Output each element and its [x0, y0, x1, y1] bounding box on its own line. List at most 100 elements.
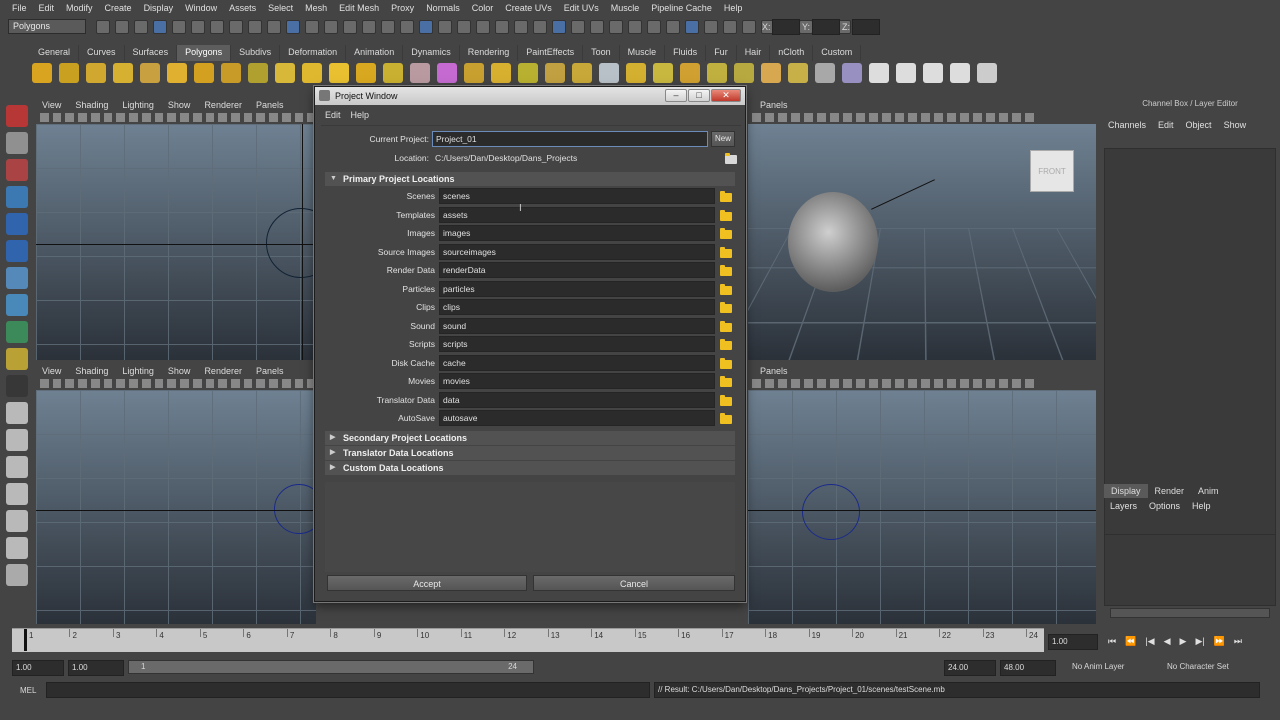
channel-menu-show[interactable]: Show [1224, 120, 1247, 130]
menu-edit-uvs[interactable]: Edit UVs [558, 3, 605, 13]
current-time-marker[interactable] [24, 629, 27, 651]
shelf-tool-icon[interactable] [113, 63, 133, 83]
status-tool-icon[interactable] [305, 20, 319, 34]
menu-set-selector[interactable]: Polygons [8, 19, 86, 34]
status-tool-icon[interactable] [476, 20, 490, 34]
status-tool-icon[interactable] [324, 20, 338, 34]
viewport-perspective[interactable]: Panels FRONT [748, 98, 1096, 360]
panel-tool-icon[interactable] [256, 379, 266, 388]
panel-tool-icon[interactable] [752, 379, 761, 388]
shelf-tool-icon[interactable] [815, 63, 835, 83]
current-project-input[interactable]: Project_01 [432, 131, 708, 147]
folder-icon[interactable] [720, 209, 732, 221]
status-tool-icon[interactable] [343, 20, 357, 34]
panel-tool-icon[interactable] [78, 113, 87, 122]
panel-tool-icon[interactable] [116, 113, 126, 122]
status-tool-icon[interactable] [723, 20, 737, 34]
panel-tool-icon[interactable] [154, 379, 164, 388]
menu-select[interactable]: Select [262, 3, 299, 13]
shelf-tool-icon[interactable] [572, 63, 592, 83]
panel-tool-icon[interactable] [830, 379, 839, 388]
panel-tool-icon[interactable] [856, 113, 865, 122]
panel-tool-icon[interactable] [141, 379, 151, 388]
new-project-button[interactable]: New [711, 131, 735, 147]
status-tool-icon[interactable] [400, 20, 414, 34]
tool-icon[interactable] [6, 105, 28, 127]
panel-tool-icon[interactable] [294, 379, 304, 388]
panel-menu-view[interactable]: View [42, 98, 61, 112]
panel-tool-icon[interactable] [218, 113, 228, 122]
primary-locations-section[interactable]: Primary Project Locations [325, 172, 735, 186]
shelf-tab-dynamics[interactable]: Dynamics [403, 45, 460, 61]
status-tool-icon[interactable] [191, 20, 205, 34]
status-tool-icon[interactable] [571, 20, 585, 34]
panel-tool-icon[interactable] [960, 113, 969, 122]
tool-icon[interactable] [6, 375, 28, 397]
folder-icon[interactable] [720, 320, 732, 332]
viewport-bottom-right[interactable]: Panels [748, 364, 1096, 624]
shelf-tab-polygons[interactable]: Polygons [177, 45, 232, 61]
accept-button[interactable]: Accept [327, 575, 527, 591]
playback-button-icon[interactable]: ⏪ [1125, 636, 1136, 647]
status-tool-icon[interactable] [419, 20, 433, 34]
dialog-menu-help[interactable]: Help [351, 107, 370, 123]
panel-tool-icon[interactable] [856, 379, 865, 388]
shelf-tool-icon[interactable] [977, 63, 997, 83]
panel-tool-icon[interactable] [52, 113, 62, 122]
folder-icon[interactable] [720, 191, 732, 202]
panel-tool-icon[interactable] [180, 113, 189, 122]
shelf-tab-general[interactable]: General [30, 45, 80, 61]
panel-menu-lighting[interactable]: Lighting [122, 364, 154, 378]
status-tool-icon[interactable] [666, 20, 680, 34]
panel-menu-renderer[interactable]: Renderer [204, 364, 242, 378]
panel-tool-icon[interactable] [973, 379, 982, 388]
tool-icon[interactable] [6, 267, 28, 289]
panel-tool-icon[interactable] [205, 113, 215, 122]
panel-menu-renderer[interactable]: Renderer [204, 98, 242, 112]
playback-start-field[interactable]: 1.00 [68, 660, 124, 676]
shelf-tool-icon[interactable] [167, 63, 187, 83]
playback-button-icon[interactable]: ⏭ [1234, 636, 1242, 647]
panel-tool-icon[interactable] [804, 113, 813, 122]
status-tool-icon[interactable] [248, 20, 262, 34]
tool-icon[interactable] [6, 564, 28, 586]
status-tool-icon[interactable] [628, 20, 642, 34]
sphere-wireframe[interactable] [274, 484, 316, 534]
shelf-tab-painteffects[interactable]: PaintEffects [518, 45, 584, 61]
status-tool-icon[interactable] [514, 20, 528, 34]
channel-menu-object[interactable]: Object [1186, 120, 1212, 130]
status-tool-icon[interactable] [96, 20, 110, 34]
status-tool-icon[interactable] [704, 20, 718, 34]
menu-help[interactable]: Help [718, 3, 749, 13]
panel-tool-icon[interactable] [934, 379, 943, 388]
tool-icon[interactable] [6, 186, 28, 208]
status-tool-icon[interactable] [647, 20, 661, 34]
playback-button-icon[interactable]: |◀ [1145, 636, 1154, 647]
shelf-tool-icon[interactable] [329, 63, 349, 83]
shelf-tool-icon[interactable] [842, 63, 862, 83]
status-tool-icon[interactable] [742, 20, 756, 34]
shelf-tool-icon[interactable] [761, 63, 781, 83]
panel-tool-icon[interactable] [269, 113, 278, 122]
status-tool-icon[interactable] [153, 20, 167, 34]
panel-tool-icon[interactable] [192, 379, 202, 388]
tool-icon[interactable] [6, 132, 28, 154]
panel-tool-icon[interactable] [65, 379, 75, 388]
shelf-tool-icon[interactable] [140, 63, 160, 83]
shelf-tool-icon[interactable] [491, 63, 511, 83]
menu-edit-mesh[interactable]: Edit Mesh [333, 3, 385, 13]
panel-tool-icon[interactable] [141, 113, 151, 122]
layer-menu-options[interactable]: Options [1149, 501, 1180, 511]
location-input[interactable]: movies [439, 373, 715, 389]
shelf-tab-toon[interactable]: Toon [583, 45, 620, 61]
status-tool-icon[interactable] [267, 20, 281, 34]
folder-icon[interactable] [720, 246, 732, 258]
panel-tool-icon[interactable] [791, 379, 800, 388]
menu-create-uvs[interactable]: Create UVs [499, 3, 558, 13]
status-tool-icon[interactable] [134, 20, 148, 34]
panel-tool-icon[interactable] [167, 379, 177, 388]
playback-button-icon[interactable]: ⏩ [1214, 636, 1225, 647]
tool-icon[interactable] [6, 321, 28, 343]
shelf-tool-icon[interactable] [437, 63, 457, 83]
panel-tool-icon[interactable] [804, 379, 813, 388]
